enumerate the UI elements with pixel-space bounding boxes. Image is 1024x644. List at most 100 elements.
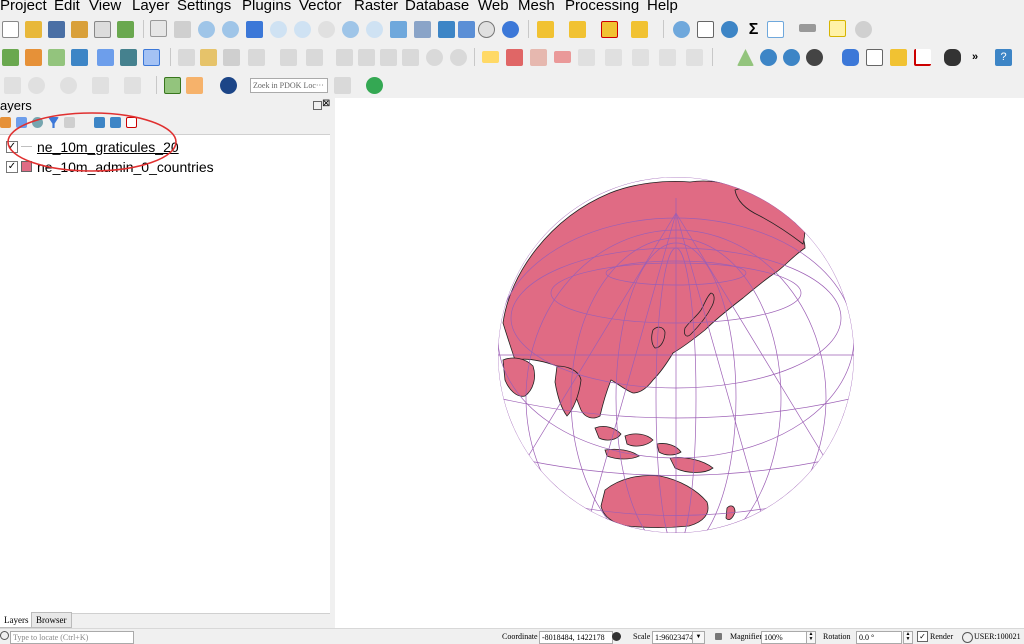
diagram-icon[interactable] [659,49,676,66]
callout-icon[interactable] [686,49,703,66]
clear-search-icon[interactable] [334,77,351,94]
map-canvas[interactable] [335,98,1024,628]
add-wfs-layer-icon[interactable] [143,49,160,66]
refresh-icon[interactable] [502,21,519,38]
menu-vector[interactable]: Vector [299,0,342,15]
pdok-search-input[interactable]: Zoek in PDOK Loc··· [250,78,328,93]
panel-close-icon[interactable]: ⊠ [322,99,330,109]
delete-selected-icon[interactable] [336,49,353,66]
data-source-manager-icon[interactable] [2,49,19,66]
globe-map[interactable] [335,98,1024,628]
menu-view[interactable]: View [89,0,121,15]
temporal-controller-icon[interactable] [478,21,495,38]
identify-icon[interactable] [673,21,690,38]
menu-database[interactable]: Database [405,0,469,15]
modify-attributes-icon[interactable] [306,49,323,66]
save-as-icon[interactable] [71,21,88,38]
toolbar-overflow-icon[interactable]: » [972,51,978,63]
add-circle-icon[interactable] [28,77,45,94]
globe-settings-icon[interactable] [806,49,823,66]
coordinate-toggle-icon[interactable] [612,632,621,641]
select-features-icon[interactable] [537,21,554,38]
rotation-spinner-icon[interactable]: ▲ ▼ [903,631,913,644]
open-project-icon[interactable] [25,21,42,38]
zoom-to-layer-icon[interactable] [294,21,311,38]
bookmark-icon[interactable] [438,21,455,38]
add-regular-polygon-icon[interactable] [124,77,141,94]
pin-labels-icon[interactable] [530,49,547,66]
menu-project[interactable]: Project [0,0,47,15]
zoom-full-icon[interactable] [246,21,263,38]
current-edits-icon[interactable] [178,49,195,66]
redo-icon[interactable] [450,49,467,66]
show-labels-icon[interactable] [554,51,571,63]
move-label-icon[interactable] [578,49,595,66]
add-mesh-layer-icon[interactable] [97,49,114,66]
lock-scale-icon[interactable] [715,633,722,640]
scale-dropdown-icon[interactable]: ▼ [692,631,705,644]
label-layer-icon[interactable] [506,49,523,66]
save-project-icon[interactable] [48,21,65,38]
digitize-icon[interactable] [248,49,265,66]
globe-wfs-icon[interactable] [783,49,800,66]
add-ellipse-icon[interactable] [60,77,77,94]
menu-layer[interactable]: Layer [132,0,170,15]
show-bookmarks-icon[interactable] [458,21,475,38]
magnifier-field[interactable]: 100% [761,631,807,644]
scale-field[interactable]: 1:96023474 [652,631,696,644]
add-polygon-icon[interactable] [4,77,21,94]
new-3d-view-icon[interactable] [414,21,431,38]
menu-raster[interactable]: Raster [354,0,398,15]
select-by-value-icon[interactable] [569,21,586,38]
quickmapservices-icon[interactable] [366,77,383,94]
crs-globe-icon[interactable] [962,632,973,643]
python-console-icon[interactable] [842,49,859,66]
new-geopackage-icon[interactable] [25,49,42,66]
processing-toolbox-icon[interactable] [721,21,738,38]
binoculars-icon[interactable] [944,49,961,66]
tab-browser[interactable]: Browser (2) [31,612,72,639]
georeferencer-icon[interactable] [737,49,754,66]
render-checkbox[interactable]: ✓ [917,631,928,642]
measure-icon[interactable] [799,24,816,32]
deselect-icon[interactable] [601,21,618,38]
save-edits-icon[interactable] [223,49,240,66]
add-wms-layer-icon[interactable] [120,49,137,66]
menu-processing[interactable]: Processing [565,0,639,15]
label-toolbar-icon[interactable] [482,51,499,63]
locate-search-input[interactable]: Type to locate (Ctrl+K) [10,631,134,644]
zoom-last-icon[interactable] [342,21,359,38]
menu-mesh[interactable]: Mesh [518,0,555,15]
select-location-icon[interactable] [631,21,648,38]
attribute-table-icon[interactable] [697,21,714,38]
add-rectangle-icon[interactable] [92,77,109,94]
zoom-next-icon[interactable] [366,21,383,38]
data-plotly-icon[interactable] [914,49,931,66]
map-tips-icon[interactable] [829,20,846,37]
quickosm-icon[interactable] [186,77,203,94]
magnifier-spinner-icon[interactable]: ▲ ▼ [806,631,816,644]
zoom-in-icon[interactable] [198,21,215,38]
pan-icon[interactable] [150,20,167,37]
quickmapservices-search-icon[interactable] [164,77,181,94]
globe-wms-icon[interactable] [760,49,777,66]
menu-web[interactable]: Web [478,0,509,15]
copy-features-icon[interactable] [380,49,397,66]
zoom-native-icon[interactable] [318,21,335,38]
menu-help[interactable]: Help [647,0,678,15]
rotation-field[interactable]: 0.0 ° [856,631,902,644]
message-log-icon[interactable] [866,49,883,66]
crs-label[interactable]: USER:100021 [974,632,1021,641]
help-icon[interactable]: ? [995,49,1012,66]
style-manager-icon[interactable] [117,21,134,38]
undo-icon[interactable] [426,49,443,66]
toggle-editing-icon[interactable] [200,49,217,66]
open-table-icon[interactable] [767,21,784,38]
pdok-icon[interactable] [220,77,237,94]
menu-edit[interactable]: Edit [54,0,80,15]
change-label-icon[interactable] [632,49,649,66]
paste-features-icon[interactable] [402,49,419,66]
zoom-out-icon[interactable] [222,21,239,38]
settings-gear-icon[interactable] [855,21,872,38]
coordinate-field[interactable]: -8018484, 1422178 [539,631,613,644]
